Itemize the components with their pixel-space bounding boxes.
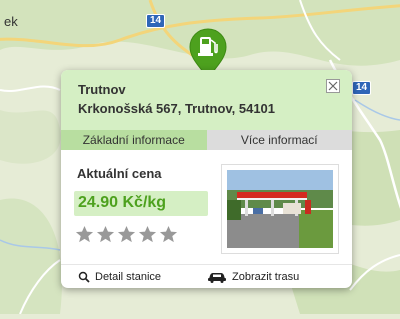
tab-basic-info[interactable]: Základní informace (61, 130, 207, 150)
station-address: Krkonošská 567, Trutnov, 54101 (78, 101, 276, 116)
popup-footer: Detail stanice Zobrazit trasu (61, 264, 352, 288)
station-detail-label: Detail stanice (95, 271, 162, 283)
station-detail-link[interactable]: Detail stanice (78, 271, 161, 283)
star-icon (117, 225, 136, 243)
tab-more-info[interactable]: Více informací (206, 130, 352, 150)
station-photo[interactable] (221, 164, 339, 254)
popup-tabs: Základní informace Více informací (61, 130, 352, 150)
star-icon (159, 225, 178, 243)
search-icon (78, 271, 90, 283)
show-route-label: Zobrazit trasu (232, 271, 300, 283)
close-button[interactable] (326, 79, 340, 93)
popup-body: Aktuální cena 24.90 Kč/kg (61, 150, 352, 264)
star-icon (96, 225, 115, 243)
price-value: 24.90 Kč/kg (78, 194, 167, 211)
rating-stars[interactable] (75, 225, 178, 244)
popup-header: Trutnov Krkonošská 567, Trutnov, 54101 (61, 70, 352, 130)
car-icon (208, 273, 226, 283)
station-info-popup: Trutnov Krkonošská 567, Trutnov, 54101 Z… (61, 70, 352, 288)
map-place-label: ek (4, 14, 18, 29)
price-box: 24.90 Kč/kg (74, 191, 208, 216)
show-route-link[interactable]: Zobrazit trasu (207, 271, 299, 283)
road-number-badge: 14 (352, 81, 372, 95)
close-icon (328, 81, 338, 91)
star-icon (138, 225, 157, 243)
price-title: Aktuální cena (77, 166, 162, 181)
station-city: Trutnov (78, 82, 126, 97)
star-icon (75, 225, 94, 243)
road-number-badge: 14 (146, 14, 166, 28)
